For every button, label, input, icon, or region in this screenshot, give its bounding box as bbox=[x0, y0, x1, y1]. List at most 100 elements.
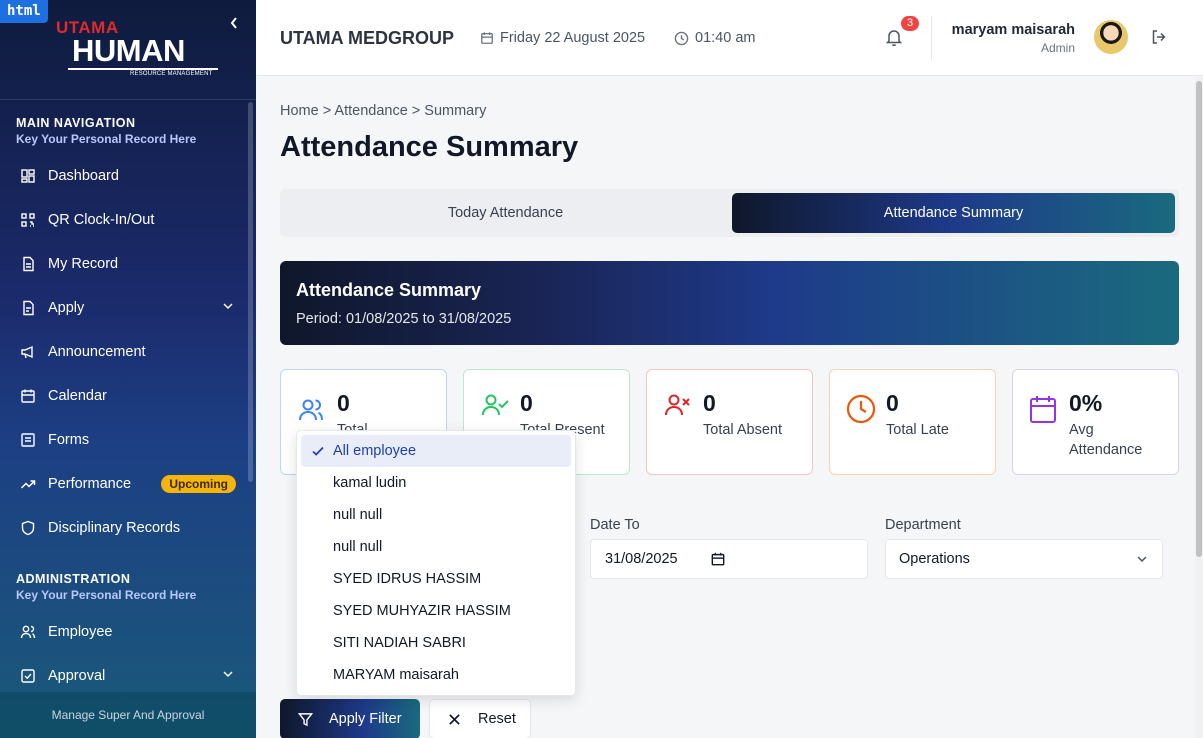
dropdown-option[interactable]: SITI NADIAH SABRI bbox=[301, 627, 571, 659]
dropdown-option[interactable]: kamal ludin bbox=[301, 467, 571, 499]
sidebar-item-label: Performance bbox=[48, 476, 132, 492]
tab-attendance-summary[interactable]: Attendance Summary bbox=[732, 193, 1175, 233]
sidebar-footer[interactable]: Manage Super And Approval bbox=[0, 692, 256, 738]
header-time: 01:40 am bbox=[674, 30, 755, 46]
scrollbar-thumb[interactable] bbox=[1196, 81, 1202, 557]
top-header: UTAMA MEDGROUP Friday 22 August 2025 01:… bbox=[256, 0, 1203, 76]
chevron-down-icon bbox=[222, 300, 234, 316]
sidebar-item-label: Employee bbox=[48, 624, 113, 640]
main-nav-title: MAIN NAVIGATION bbox=[16, 116, 136, 130]
stat-value: 0 bbox=[886, 390, 899, 416]
header-time-text: 01:40 am bbox=[695, 30, 756, 46]
user-check-icon bbox=[480, 392, 510, 425]
notification-count: 3 bbox=[901, 16, 919, 31]
sidebar-item-label: Calendar bbox=[48, 388, 107, 404]
dropdown-option[interactable]: SYED IDRUS HASSIM bbox=[301, 563, 571, 595]
department-select[interactable]: Operations bbox=[885, 539, 1163, 579]
header-date: Friday 22 August 2025 bbox=[480, 30, 645, 46]
logout-button[interactable] bbox=[1151, 29, 1167, 50]
sidebar-item-employee[interactable]: Employee bbox=[0, 610, 256, 654]
tab-today-attendance[interactable]: Today Attendance bbox=[284, 193, 727, 233]
sidebar-item-disciplinary[interactable]: Disciplinary Records bbox=[0, 506, 256, 550]
main-scrollbar[interactable] bbox=[1195, 77, 1203, 738]
sidebar: html UTAMA HUMAN RESOURCE MANAGEMENT MAI… bbox=[0, 0, 256, 738]
logout-icon bbox=[1152, 30, 1166, 44]
date-to-value: 31/08/2025 bbox=[605, 551, 678, 567]
notification-button[interactable] bbox=[885, 28, 903, 51]
stat-label: Avg Attendance bbox=[1069, 422, 1143, 458]
sidebar-scrollbar[interactable] bbox=[248, 102, 253, 482]
stat-card-avg: 0% Avg Attendance bbox=[1012, 369, 1179, 475]
checkbox-icon bbox=[20, 668, 36, 684]
stat-value: 0 bbox=[337, 390, 350, 416]
sidebar-item-label: Approval bbox=[48, 668, 106, 684]
admin-nav-list: Employee Approval bbox=[0, 610, 256, 698]
header-date-text: Friday 22 August 2025 bbox=[500, 30, 646, 46]
page-title: Attendance Summary bbox=[280, 131, 579, 163]
bell-icon bbox=[885, 30, 903, 47]
users-icon bbox=[297, 396, 325, 429]
apply-filter-label: Apply Filter bbox=[329, 711, 402, 727]
banner-title: Attendance Summary bbox=[296, 280, 482, 300]
sidebar-item-my-record[interactable]: My Record bbox=[0, 242, 256, 286]
admin-subtitle: Key Your Personal Record Here bbox=[16, 588, 197, 602]
banner-period: Period: 01/08/2025 to 31/08/2025 bbox=[296, 311, 512, 327]
dropdown-option[interactable]: MARYAM maisarah bbox=[301, 659, 571, 691]
trend-icon bbox=[20, 476, 36, 492]
sidebar-item-qr-clock[interactable]: QR Clock-In/Out bbox=[0, 198, 256, 242]
sidebar-item-calendar[interactable]: Calendar bbox=[0, 374, 256, 418]
apply-filter-button[interactable]: Apply Filter bbox=[280, 699, 420, 738]
dropdown-option[interactable]: All employee bbox=[301, 435, 571, 467]
stat-card-absent: 0 Total Absent bbox=[646, 369, 813, 475]
attendance-tabs: Today Attendance Attendance Summary bbox=[280, 189, 1179, 237]
chevron-down-icon bbox=[222, 668, 234, 684]
collapse-sidebar-button[interactable] bbox=[229, 16, 243, 36]
department-label: Department bbox=[885, 517, 961, 533]
qr-icon bbox=[20, 212, 36, 228]
sidebar-item-dashboard[interactable]: Dashboard bbox=[0, 154, 256, 198]
shield-icon bbox=[20, 520, 36, 536]
breadcrumb: Home > Attendance > Summary bbox=[280, 103, 487, 119]
main-nav-list: Dashboard QR Clock-In/Out My Record Appl… bbox=[0, 154, 256, 550]
dropdown-option[interactable]: null null bbox=[301, 531, 571, 563]
sidebar-item-performance[interactable]: Performance Upcoming bbox=[0, 462, 256, 506]
dropdown-option[interactable]: SYED MUHYAZIR HASSIM bbox=[301, 595, 571, 627]
sidebar-item-announcement[interactable]: Announcement bbox=[0, 330, 256, 374]
document-icon bbox=[20, 256, 36, 272]
calendar-icon bbox=[1029, 394, 1057, 429]
megaphone-icon bbox=[20, 344, 36, 360]
date-to-input[interactable]: 31/08/2025 bbox=[590, 539, 868, 579]
calendar-icon bbox=[20, 388, 36, 404]
avatar[interactable] bbox=[1094, 20, 1128, 54]
users-icon bbox=[20, 624, 36, 640]
sidebar-item-apply[interactable]: Apply bbox=[0, 286, 256, 330]
sidebar-item-label: QR Clock-In/Out bbox=[48, 212, 155, 228]
dropdown-option-label: All employee bbox=[333, 443, 417, 459]
date-to-label: Date To bbox=[590, 517, 640, 533]
dropdown-option[interactable]: null null bbox=[301, 499, 571, 531]
user-x-icon bbox=[663, 392, 693, 425]
sidebar-item-forms[interactable]: Forms bbox=[0, 418, 256, 462]
employee-dropdown: All employee kamal ludin null null null … bbox=[296, 430, 576, 696]
user-name: maryam maisarah bbox=[951, 22, 1075, 38]
department-value: Operations bbox=[899, 551, 970, 567]
sidebar-item-label: Announcement bbox=[48, 344, 146, 360]
logo-area: html UTAMA HUMAN RESOURCE MANAGEMENT bbox=[0, 0, 256, 100]
admin-title: ADMINISTRATION bbox=[16, 572, 131, 586]
user-role: Admin bbox=[1040, 41, 1075, 55]
reset-label: Reset bbox=[478, 711, 516, 727]
forms-icon bbox=[20, 432, 36, 448]
reset-button[interactable]: Reset bbox=[429, 699, 531, 738]
stat-value: 0 bbox=[520, 390, 533, 416]
sidebar-item-label: Dashboard bbox=[48, 168, 119, 184]
summary-banner: Attendance Summary Period: 01/08/2025 to… bbox=[280, 261, 1179, 345]
stat-card-late: 0 Total Late bbox=[829, 369, 996, 475]
sidebar-item-label: Apply bbox=[48, 300, 85, 316]
main-nav-section: MAIN NAVIGATION Key Your Personal Record… bbox=[0, 116, 212, 146]
stat-label: Total Absent bbox=[703, 422, 782, 438]
sidebar-item-label: My Record bbox=[48, 256, 119, 272]
admin-section: ADMINISTRATION Key Your Personal Record … bbox=[0, 572, 212, 602]
dashboard-icon bbox=[20, 168, 36, 184]
upcoming-badge: Upcoming bbox=[161, 475, 236, 493]
calendar-picker-icon[interactable] bbox=[711, 552, 725, 570]
